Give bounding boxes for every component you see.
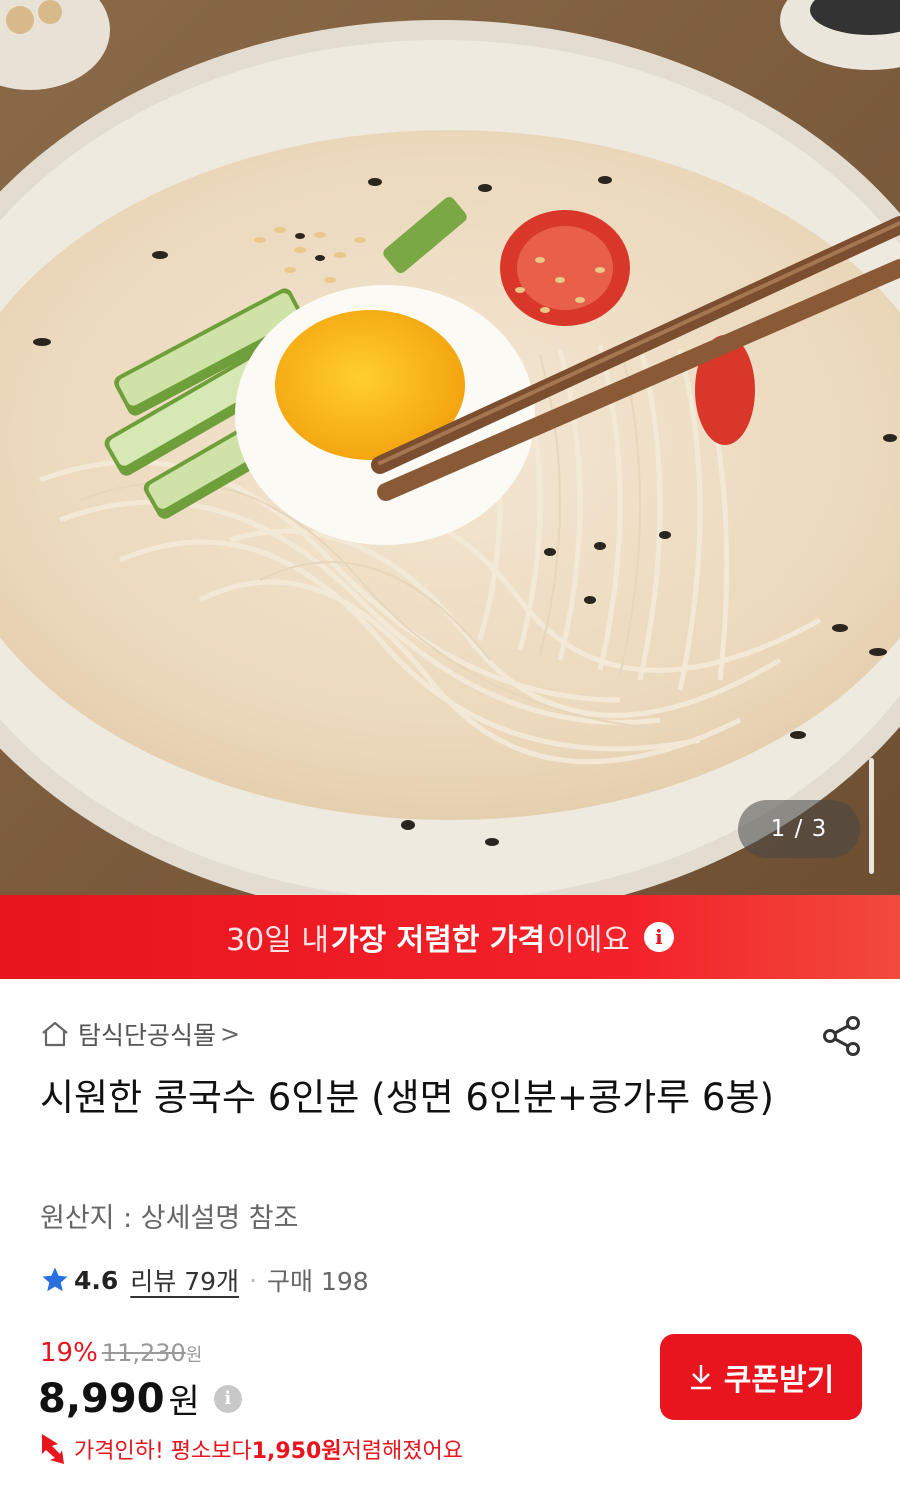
discount-percent: 19% (40, 1338, 98, 1368)
promo-highlight: 가장 저렴한 가격 (331, 923, 546, 958)
get-coupon-button[interactable]: 쿠폰받기 (660, 1334, 862, 1420)
promo-prefix: 30일 내 (226, 923, 329, 958)
product-origin: 원산지 : 상세설명 참조 (40, 1203, 299, 1234)
download-icon (690, 1365, 711, 1390)
promo-suffix: 이에요 (547, 923, 630, 958)
purchase-count: 구매 198 (267, 1267, 369, 1296)
rating-score: 4.6 (74, 1265, 119, 1295)
product-title: 시원한 콩국수 6인분 (생면 6인분+콩가루 6봉) (40, 1076, 774, 1119)
rating-separator: · (249, 1265, 258, 1295)
product-photo (0, 0, 900, 895)
sale-price: 8,990 (38, 1375, 165, 1422)
original-price: 11,230 (101, 1339, 186, 1367)
price-drop-suffix: 저렴해졌어요 (341, 1439, 464, 1464)
store-link[interactable]: 탐식단공식몰 > (40, 1014, 240, 1054)
gallery-scroll-handle[interactable] (869, 758, 874, 874)
store-name: 탐식단공식몰 (78, 1021, 217, 1050)
review-count-link[interactable]: 리뷰 79개 (130, 1262, 239, 1298)
home-icon (42, 1021, 68, 1047)
share-icon (823, 1016, 860, 1056)
gallery-page-indicator: 1 / 3 (738, 800, 860, 858)
lowest-price-banner: 30일 내 가장 저렴한 가격 이에요 i (0, 895, 900, 979)
sale-price-row: 8,990 원 i (38, 1374, 242, 1423)
original-price-unit: 원 (185, 1345, 203, 1366)
info-icon[interactable]: i (643, 922, 674, 952)
price-drop-notice: 가격인하! 평소보다 1,950원 저렴해졌어요 (38, 1432, 463, 1466)
discount-row: 19% 11,230 원 (40, 1338, 202, 1368)
rating-row: 4.6 리뷰 79개 · 구매 198 (40, 1260, 369, 1300)
price-drop-prefix: 가격인하! 평소보다 (74, 1439, 252, 1464)
price-drop-amount: 1,950원 (251, 1439, 342, 1464)
price-info-icon[interactable]: i (213, 1384, 242, 1413)
star-icon (42, 1267, 68, 1292)
share-button[interactable] (820, 1014, 864, 1058)
product-image-gallery[interactable]: 1 / 3 (0, 0, 900, 895)
sale-price-unit: 원 (168, 1382, 200, 1422)
chevron-right-icon: > (220, 1020, 241, 1048)
price-drop-arrow-icon (42, 1434, 64, 1464)
coupon-label: 쿠폰받기 (723, 1363, 835, 1398)
